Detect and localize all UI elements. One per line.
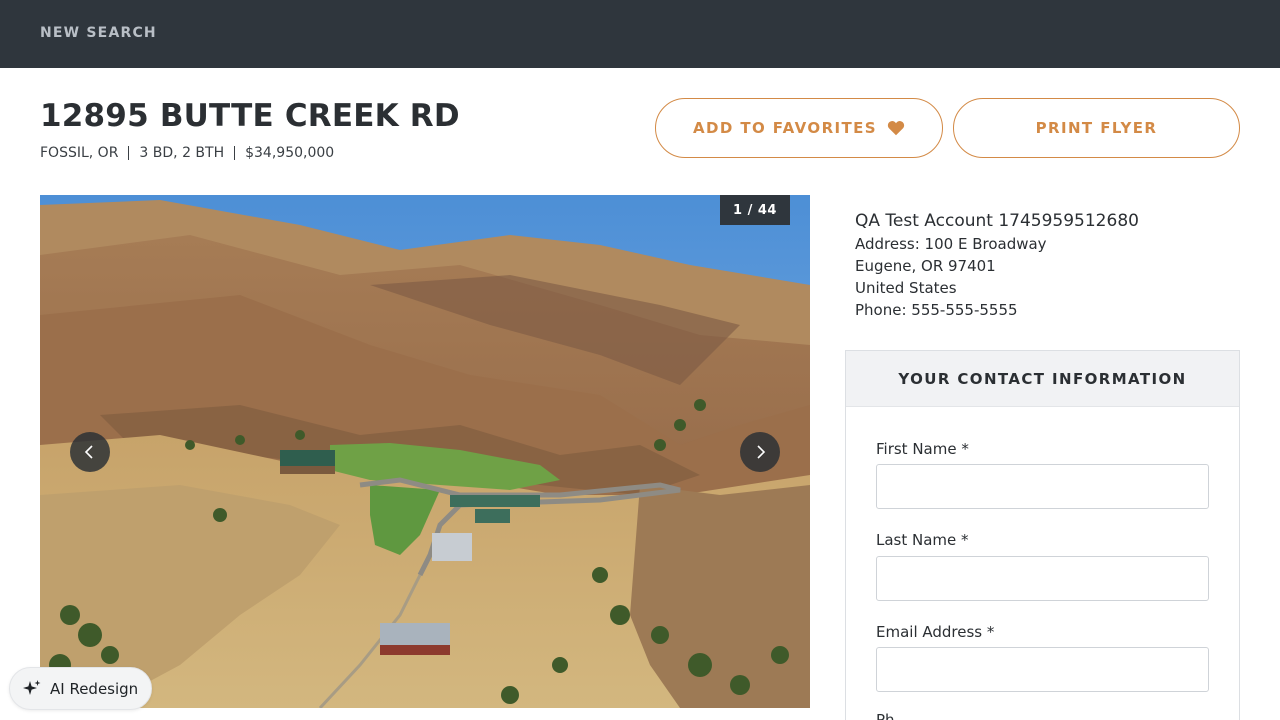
sparkle-icon	[23, 679, 41, 695]
first-name-field[interactable]	[876, 464, 1209, 509]
first-name-label: First Name *	[876, 440, 969, 458]
agent-name: QA Test Account 1745959512680	[855, 211, 1139, 231]
agent-city: Eugene, OR 97401	[855, 257, 996, 275]
agent-info: QA Test Account 1745959512680 Address: 1…	[855, 210, 1139, 321]
property-photo	[40, 195, 810, 708]
contact-form: YOUR CONTACT INFORMATION First Name * La…	[845, 350, 1240, 720]
print-label: PRINT FLYER	[1035, 119, 1158, 137]
previous-photo-button[interactable]	[70, 432, 110, 472]
next-photo-button[interactable]	[740, 432, 780, 472]
last-name-label: Last Name *	[876, 531, 969, 549]
contact-form-title: YOUR CONTACT INFORMATION	[846, 351, 1239, 407]
email-field[interactable]	[876, 647, 1209, 692]
chevron-right-icon	[757, 445, 766, 459]
add-to-favorites-button[interactable]: ADD TO FAVORITES	[655, 98, 943, 158]
top-bar: NEW SEARCH	[0, 0, 1280, 68]
meta-divider	[234, 146, 236, 160]
agent-address: Address: 100 E Broadway	[855, 235, 1047, 253]
photo-gallery[interactable]: 1 / 44	[40, 195, 810, 708]
email-label: Email Address *	[876, 623, 995, 641]
listing-city: FOSSIL, OR	[40, 145, 119, 161]
print-flyer-button[interactable]: PRINT FLYER	[953, 98, 1240, 158]
ai-redesign-label: AI Redesign	[50, 679, 139, 698]
photo-counter: 1 / 44	[720, 195, 790, 225]
agent-phone: Phone: 555-555-5555	[855, 301, 1018, 319]
listing-meta: FOSSIL, OR 3 BD, 2 BTH $34,950,000	[40, 145, 334, 161]
chevron-left-icon	[84, 445, 93, 459]
agent-country: United States	[855, 279, 957, 297]
heart-icon	[887, 121, 905, 136]
new-search-link[interactable]: NEW SEARCH	[40, 25, 157, 41]
last-name-field[interactable]	[876, 556, 1209, 601]
meta-divider	[128, 146, 130, 160]
listing-price: $34,950,000	[245, 145, 335, 161]
listing-beds-baths: 3 BD, 2 BTH	[139, 145, 225, 161]
ai-redesign-button[interactable]: AI Redesign	[9, 667, 152, 710]
phone-label: Ph	[876, 711, 895, 720]
favorites-label: ADD TO FAVORITES	[693, 119, 877, 137]
listing-title: 12895 BUTTE CREEK RD	[40, 98, 460, 134]
